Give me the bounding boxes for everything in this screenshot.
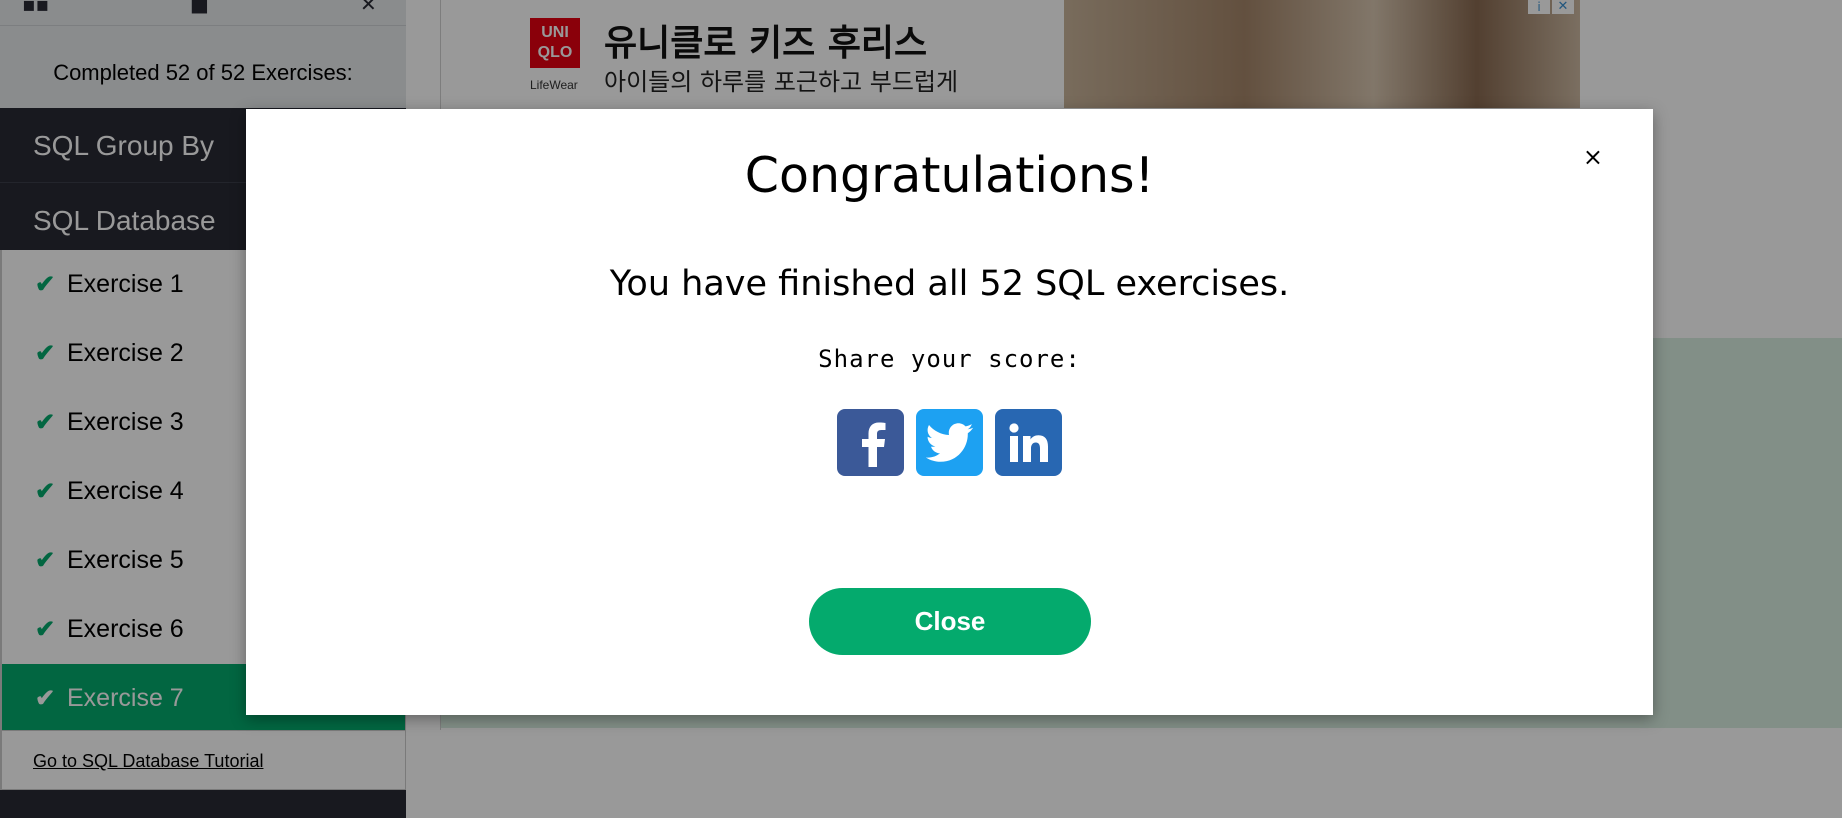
facebook-icon	[861, 422, 885, 467]
linkedin-icon	[1008, 422, 1048, 462]
close-button[interactable]: Close	[809, 588, 1091, 655]
share-twitter-button[interactable]	[916, 409, 983, 476]
modal-title: Congratulations!	[744, 147, 1155, 204]
share-buttons	[246, 409, 1653, 476]
share-label: Share your score:	[818, 345, 1081, 373]
congratulations-modal: × Congratulations! You have finished all…	[246, 109, 1653, 715]
share-linkedin-button[interactable]	[995, 409, 1062, 476]
share-facebook-button[interactable]	[837, 409, 904, 476]
twitter-icon	[925, 422, 973, 462]
modal-message: You have finished all 52 SQL exercises.	[609, 264, 1290, 304]
